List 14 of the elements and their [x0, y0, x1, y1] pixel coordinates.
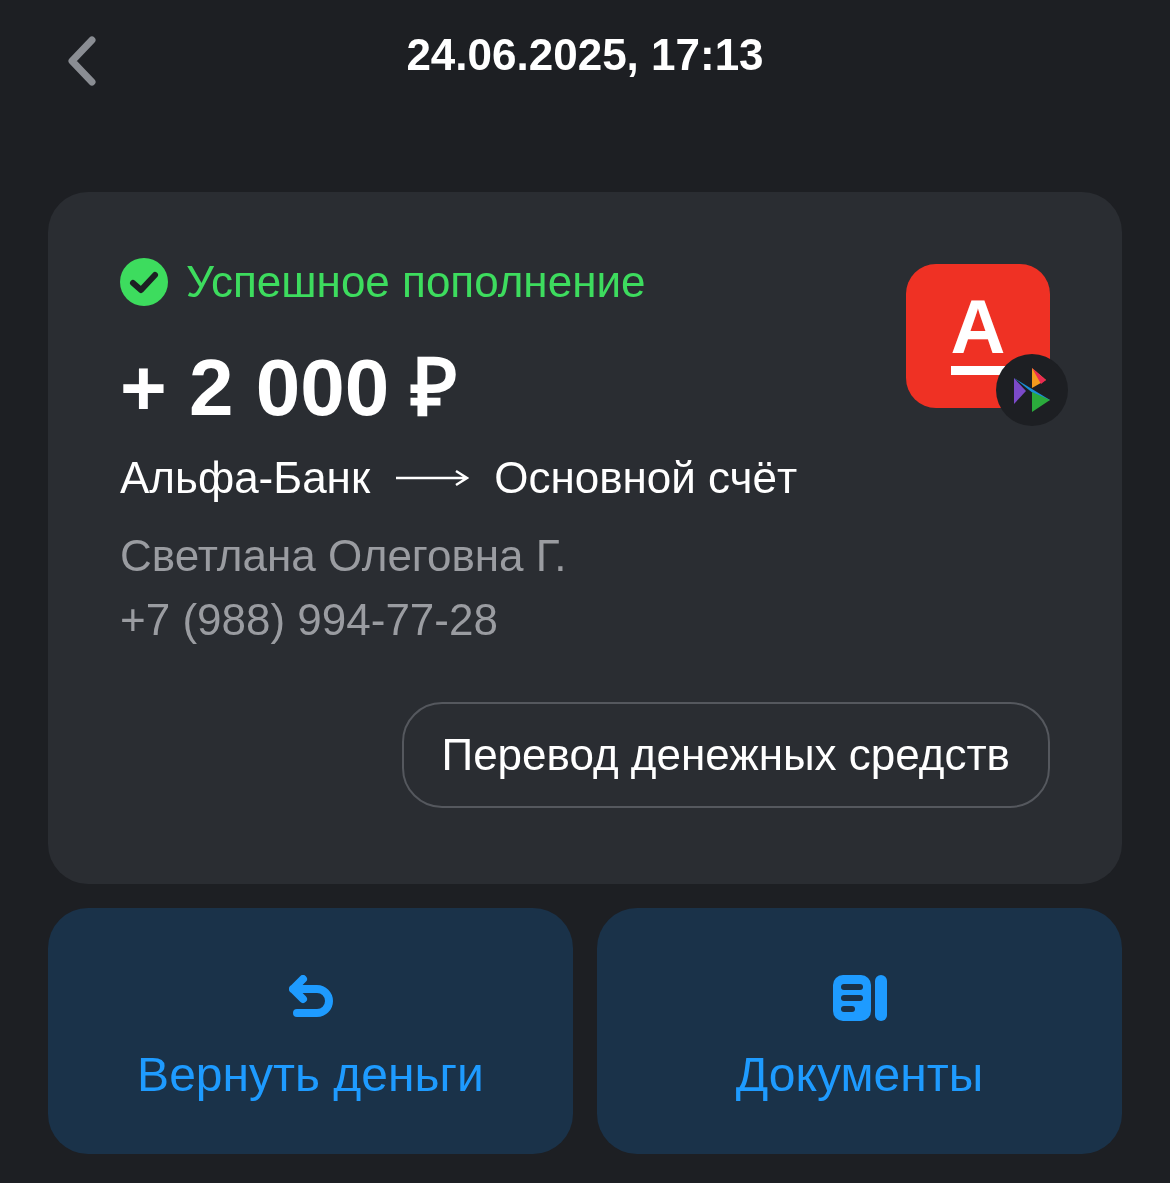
counterparty-name: Светлана Олеговна Г.: [120, 530, 567, 582]
status-text: Успешное пополнение: [186, 257, 646, 307]
arrow-icon: [394, 468, 471, 488]
target-account: Основной счёт: [494, 453, 798, 503]
document-icon: [832, 975, 887, 1021]
date-time-title: 24.06.2025, 17:13: [406, 30, 764, 80]
phone-number: +7 (988) 994-77-28: [120, 594, 498, 646]
amount: + 2 000 ₽: [120, 342, 459, 434]
payment-system-icon: [996, 354, 1068, 426]
documents-button[interactable]: Документы: [597, 908, 1122, 1154]
refund-button[interactable]: Вернуть деньги: [48, 908, 573, 1154]
category-tag[interactable]: Перевод денежных средств: [401, 702, 1050, 808]
source-bank: Альфа-Банк: [120, 453, 371, 503]
check-circle-icon: [120, 258, 168, 306]
